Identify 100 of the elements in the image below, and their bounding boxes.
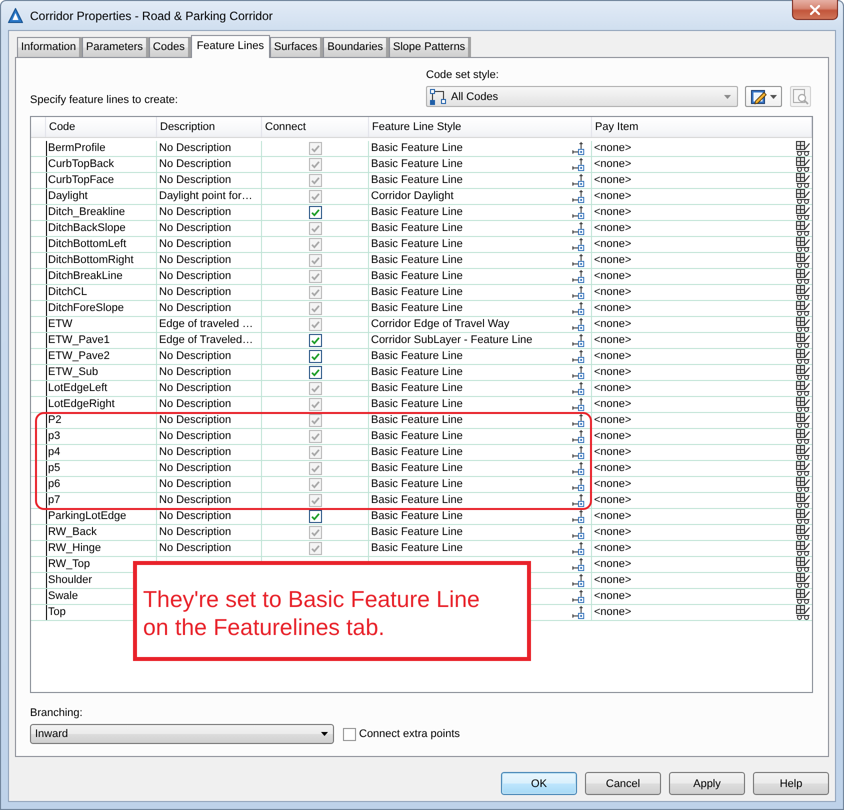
line-marker-icon[interactable]: [572, 574, 585, 587]
cart-icon[interactable]: [796, 525, 810, 540]
code-cell: Ditch_Breakline: [48, 207, 126, 218]
line-marker-icon[interactable]: [572, 350, 585, 363]
column-header: Code: [49, 120, 76, 134]
cart-icon[interactable]: [796, 573, 810, 588]
cart-icon[interactable]: [796, 317, 810, 332]
cart-icon[interactable]: [796, 301, 810, 316]
cart-icon[interactable]: [796, 173, 810, 188]
line-marker-icon[interactable]: [572, 606, 585, 619]
line-marker-icon[interactable]: [572, 494, 585, 507]
style-cell: Basic Feature Line: [371, 367, 463, 378]
dialog-button[interactable]: OK: [501, 772, 577, 795]
cart-icon[interactable]: [796, 141, 810, 156]
line-marker-icon[interactable]: [572, 462, 585, 475]
dialog-button[interactable]: Cancel: [585, 772, 661, 795]
cart-icon[interactable]: [796, 541, 810, 556]
description-cell: No Description: [159, 255, 232, 266]
tab[interactable]: Surfaces: [270, 37, 324, 57]
line-marker-icon[interactable]: [572, 558, 585, 571]
line-marker-icon[interactable]: [572, 398, 585, 411]
cart-icon[interactable]: [796, 269, 810, 284]
connect-checkbox[interactable]: [308, 510, 322, 523]
line-marker-icon[interactable]: [572, 430, 585, 443]
dialog-button[interactable]: Help: [753, 772, 829, 795]
tab[interactable]: Parameters: [82, 37, 149, 57]
cart-icon[interactable]: [796, 381, 810, 396]
cart-icon[interactable]: [796, 429, 810, 444]
checkbox[interactable]: [343, 728, 356, 740]
tab[interactable]: Feature Lines: [190, 35, 270, 58]
cart-icon[interactable]: [796, 253, 810, 268]
cart-icon[interactable]: [796, 493, 810, 508]
line-marker-icon[interactable]: [572, 206, 585, 219]
connect-checkbox[interactable]: [308, 366, 322, 379]
cart-icon[interactable]: [796, 557, 810, 572]
description-cell: Edge of traveled …: [159, 319, 254, 330]
code-cell: BermProfile: [48, 143, 106, 154]
line-marker-icon[interactable]: [572, 174, 585, 187]
cart-icon[interactable]: [796, 333, 810, 348]
line-marker-icon[interactable]: [572, 302, 585, 315]
line-marker-icon[interactable]: [572, 142, 585, 155]
cart-icon[interactable]: [796, 605, 810, 620]
code-cell: DitchForeSlope: [48, 303, 124, 314]
cart-icon[interactable]: [796, 413, 810, 428]
pay-item-cell: <none>: [594, 527, 632, 538]
caret-icon: [770, 94, 776, 98]
line-marker-icon[interactable]: [572, 190, 585, 203]
pay-item-cell: <none>: [594, 319, 632, 330]
line-marker-icon[interactable]: [572, 270, 585, 283]
line-marker-icon[interactable]: [572, 542, 585, 555]
line-marker-icon[interactable]: [572, 526, 585, 539]
tab[interactable]: Boundaries: [323, 37, 390, 57]
cart-icon[interactable]: [796, 205, 810, 220]
close-button[interactable]: [792, 0, 838, 20]
line-marker-icon[interactable]: [572, 414, 585, 427]
line-marker-icon[interactable]: [572, 318, 585, 331]
cart-icon[interactable]: [796, 285, 810, 300]
cart-icon[interactable]: [796, 589, 810, 604]
cart-icon[interactable]: [796, 477, 810, 492]
line-marker-icon[interactable]: [572, 382, 585, 395]
line-marker-icon[interactable]: [572, 366, 585, 379]
cart-icon[interactable]: [796, 221, 810, 236]
pay-item-cell: <none>: [594, 303, 632, 314]
cart-icon[interactable]: [796, 461, 810, 476]
connect-checkbox[interactable]: [308, 206, 322, 219]
cart-icon[interactable]: [796, 157, 810, 172]
code-cell: Top: [48, 607, 66, 618]
line-marker-icon[interactable]: [572, 510, 585, 523]
cart-icon[interactable]: [796, 397, 810, 412]
description-cell: No Description: [159, 399, 232, 410]
pay-item-cell: <none>: [594, 367, 632, 378]
line-marker-icon[interactable]: [572, 158, 585, 171]
description-cell: Daylight point for…: [159, 191, 253, 202]
line-marker-icon[interactable]: [572, 446, 585, 459]
line-marker-icon[interactable]: [572, 478, 585, 491]
cart-icon[interactable]: [796, 445, 810, 460]
code-set-style-dropdown[interactable]: All Codes: [426, 86, 738, 107]
tab[interactable]: Information: [17, 37, 82, 57]
line-marker-icon[interactable]: [572, 590, 585, 603]
line-marker-icon[interactable]: [572, 286, 585, 299]
cart-icon[interactable]: [796, 189, 810, 204]
line-marker-icon[interactable]: [572, 254, 585, 267]
cart-icon[interactable]: [796, 509, 810, 524]
cart-icon[interactable]: [796, 349, 810, 364]
line-marker-icon[interactable]: [572, 238, 585, 251]
cart-icon[interactable]: [796, 365, 810, 380]
code-cell: DitchBottomLeft: [48, 239, 126, 250]
cart-icon[interactable]: [796, 237, 810, 252]
dialog-button[interactable]: Apply: [669, 772, 745, 795]
tab[interactable]: Codes: [148, 37, 191, 57]
line-marker-icon[interactable]: [572, 334, 585, 347]
checkbox-label[interactable]: Connect extra points: [359, 728, 460, 740]
branching-dropdown[interactable]: Inward: [30, 724, 334, 744]
edit-style-button[interactable]: [745, 86, 782, 107]
style-cell: Basic Feature Line: [371, 255, 463, 266]
tab[interactable]: Slope Patterns: [389, 37, 472, 57]
connect-checkbox[interactable]: [308, 334, 322, 347]
line-marker-icon[interactable]: [572, 222, 585, 235]
connect-checkbox[interactable]: [308, 350, 322, 363]
pay-item-cell: <none>: [594, 255, 632, 266]
